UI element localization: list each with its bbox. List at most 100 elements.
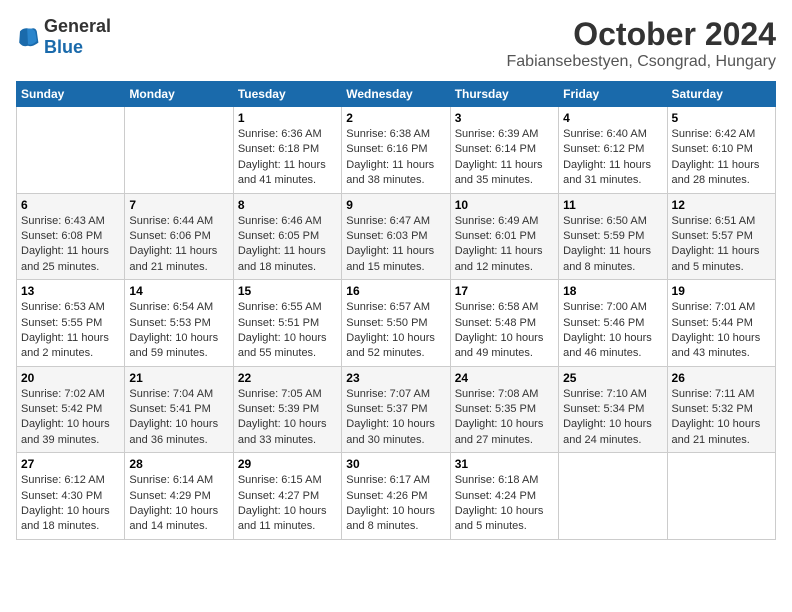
calendar-cell: 4Sunrise: 6:40 AMSunset: 6:12 PMDaylight… [559, 107, 667, 194]
day-info: Sunrise: 6:36 AMSunset: 6:18 PMDaylight:… [238, 127, 337, 189]
day-info: Sunrise: 6:51 AMSunset: 5:57 PMDaylight:… [672, 214, 771, 276]
calendar-cell: 29Sunrise: 6:15 AMSunset: 4:27 PMDayligh… [233, 453, 341, 540]
day-info: Sunrise: 7:05 AMSunset: 5:39 PMDaylight:… [238, 387, 337, 449]
weekday-header-thursday: Thursday [450, 82, 558, 107]
calendar-cell: 15 Sunrise: 6:55 AMSunset: 5:51 PMDayligh… [233, 280, 341, 367]
logo-icon [16, 25, 40, 49]
day-number: 19 [672, 284, 771, 298]
calendar-table: SundayMondayTuesdayWednesdayThursdayFrid… [16, 81, 776, 540]
calendar-cell: 14Sunrise: 6:54 AMSunset: 5:53 PMDayligh… [125, 280, 233, 367]
calendar-header-row: SundayMondayTuesdayWednesdayThursdayFrid… [17, 82, 776, 107]
calendar-cell: 11 Sunrise: 6:50 AMSunset: 5:59 PMDayligh… [559, 193, 667, 280]
day-info: Sunrise: 7:07 AMSunset: 5:37 PMDaylight:… [346, 387, 445, 449]
day-info: Sunrise: 7:08 AMSunset: 5:35 PMDaylight:… [455, 387, 554, 449]
day-info: Sunrise: 6:42 AMSunset: 6:10 PMDaylight:… [672, 127, 771, 189]
weekday-header-monday: Monday [125, 82, 233, 107]
day-info: Sunrise: 6:46 AMSunset: 6:05 PMDaylight:… [238, 214, 337, 276]
calendar-week-1: 1 Sunrise: 6:36 AMSunset: 6:18 PMDaylight… [17, 107, 776, 194]
month-title: October 2024 [507, 16, 777, 53]
day-number: 7 [129, 198, 228, 212]
day-info: Sunrise: 7:04 AMSunset: 5:41 PMDaylight:… [129, 387, 228, 449]
day-info: Sunrise: 6:40 AMSunset: 6:12 PMDaylight:… [563, 127, 662, 189]
calendar-cell: 19 Sunrise: 7:01 AMSunset: 5:44 PMDayligh… [667, 280, 775, 367]
calendar-cell: 21 Sunrise: 7:04 AMSunset: 5:41 PMDayligh… [125, 366, 233, 453]
day-number: 3 [455, 111, 554, 125]
day-number: 8 [238, 198, 337, 212]
day-number: 15 [238, 284, 337, 298]
day-number: 2 [346, 111, 445, 125]
day-info: Sunrise: 6:18 AMSunset: 4:24 PMDaylight:… [455, 473, 554, 535]
day-info: Sunrise: 6:53 AMSunset: 5:55 PMDaylight:… [21, 300, 120, 362]
title-block: October 2024 Fabiansebestyen, Csongrad, … [507, 16, 777, 71]
calendar-week-5: 27Sunrise: 6:12 AMSunset: 4:30 PMDayligh… [17, 453, 776, 540]
weekday-header-sunday: Sunday [17, 82, 125, 107]
calendar-cell: 3Sunrise: 6:39 AMSunset: 6:14 PMDaylight… [450, 107, 558, 194]
calendar-cell: 20 Sunrise: 7:02 AMSunset: 5:42 PMDayligh… [17, 366, 125, 453]
logo-general: General [44, 16, 111, 36]
day-number: 1 [238, 111, 337, 125]
calendar-cell: 10 Sunrise: 6:49 AMSunset: 6:01 PMDayligh… [450, 193, 558, 280]
calendar-cell [559, 453, 667, 540]
day-number: 28 [129, 457, 228, 471]
calendar-cell [667, 453, 775, 540]
day-info: Sunrise: 6:43 AMSunset: 6:08 PMDaylight:… [21, 214, 120, 276]
day-number: 9 [346, 198, 445, 212]
location-title: Fabiansebestyen, Csongrad, Hungary [507, 53, 777, 71]
day-info: Sunrise: 6:55 AMSunset: 5:51 PMDaylight:… [238, 300, 337, 362]
calendar-week-2: 6Sunrise: 6:43 AMSunset: 6:08 PMDaylight… [17, 193, 776, 280]
day-info: Sunrise: 6:57 AMSunset: 5:50 PMDaylight:… [346, 300, 445, 362]
calendar-cell: 28 Sunrise: 6:14 AMSunset: 4:29 PMDayligh… [125, 453, 233, 540]
weekday-header-tuesday: Tuesday [233, 82, 341, 107]
day-number: 27 [21, 457, 120, 471]
calendar-cell: 8 Sunrise: 6:46 AMSunset: 6:05 PMDaylight… [233, 193, 341, 280]
day-number: 20 [21, 371, 120, 385]
day-number: 16 [346, 284, 445, 298]
day-number: 29 [238, 457, 337, 471]
calendar-cell: 6Sunrise: 6:43 AMSunset: 6:08 PMDaylight… [17, 193, 125, 280]
logo: General Blue [16, 16, 111, 58]
calendar-cell [17, 107, 125, 194]
day-info: Sunrise: 6:38 AMSunset: 6:16 PMDaylight:… [346, 127, 445, 189]
calendar-cell: 30Sunrise: 6:17 AMSunset: 4:26 PMDayligh… [342, 453, 450, 540]
weekday-header-saturday: Saturday [667, 82, 775, 107]
day-info: Sunrise: 7:01 AMSunset: 5:44 PMDaylight:… [672, 300, 771, 362]
day-number: 30 [346, 457, 445, 471]
day-number: 24 [455, 371, 554, 385]
logo-text: General Blue [44, 16, 111, 58]
weekday-header-wednesday: Wednesday [342, 82, 450, 107]
day-info: Sunrise: 6:58 AMSunset: 5:48 PMDaylight:… [455, 300, 554, 362]
day-info: Sunrise: 6:49 AMSunset: 6:01 PMDaylight:… [455, 214, 554, 276]
weekday-header-friday: Friday [559, 82, 667, 107]
calendar-cell: 24 Sunrise: 7:08 AMSunset: 5:35 PMDayligh… [450, 366, 558, 453]
calendar-cell: 27Sunrise: 6:12 AMSunset: 4:30 PMDayligh… [17, 453, 125, 540]
day-number: 25 [563, 371, 662, 385]
day-info: Sunrise: 6:47 AMSunset: 6:03 PMDaylight:… [346, 214, 445, 276]
day-number: 11 [563, 198, 662, 212]
day-info: Sunrise: 7:10 AMSunset: 5:34 PMDaylight:… [563, 387, 662, 449]
day-number: 22 [238, 371, 337, 385]
calendar-cell: 2 Sunrise: 6:38 AMSunset: 6:16 PMDaylight… [342, 107, 450, 194]
calendar-cell [125, 107, 233, 194]
calendar-week-4: 20 Sunrise: 7:02 AMSunset: 5:42 PMDayligh… [17, 366, 776, 453]
day-number: 21 [129, 371, 228, 385]
logo-blue: Blue [44, 37, 83, 57]
day-info: Sunrise: 6:14 AMSunset: 4:29 PMDaylight:… [129, 473, 228, 535]
day-number: 10 [455, 198, 554, 212]
day-number: 12 [672, 198, 771, 212]
page-header: General Blue October 2024 Fabiansebestye… [16, 16, 776, 71]
day-info: Sunrise: 6:50 AMSunset: 5:59 PMDaylight:… [563, 214, 662, 276]
day-number: 5 [672, 111, 771, 125]
calendar-cell: 31Sunrise: 6:18 AMSunset: 4:24 PMDayligh… [450, 453, 558, 540]
day-number: 14 [129, 284, 228, 298]
calendar-cell: 26Sunrise: 7:11 AMSunset: 5:32 PMDayligh… [667, 366, 775, 453]
day-info: Sunrise: 6:44 AMSunset: 6:06 PMDaylight:… [129, 214, 228, 276]
calendar-week-3: 13Sunrise: 6:53 AMSunset: 5:55 PMDayligh… [17, 280, 776, 367]
day-number: 18 [563, 284, 662, 298]
day-info: Sunrise: 7:02 AMSunset: 5:42 PMDaylight:… [21, 387, 120, 449]
calendar-cell: 23Sunrise: 7:07 AMSunset: 5:37 PMDayligh… [342, 366, 450, 453]
day-info: Sunrise: 7:11 AMSunset: 5:32 PMDaylight:… [672, 387, 771, 449]
calendar-cell: 16 Sunrise: 6:57 AMSunset: 5:50 PMDayligh… [342, 280, 450, 367]
calendar-cell: 7 Sunrise: 6:44 AMSunset: 6:06 PMDaylight… [125, 193, 233, 280]
calendar-cell: 5 Sunrise: 6:42 AMSunset: 6:10 PMDaylight… [667, 107, 775, 194]
calendar-cell: 22 Sunrise: 7:05 AMSunset: 5:39 PMDayligh… [233, 366, 341, 453]
